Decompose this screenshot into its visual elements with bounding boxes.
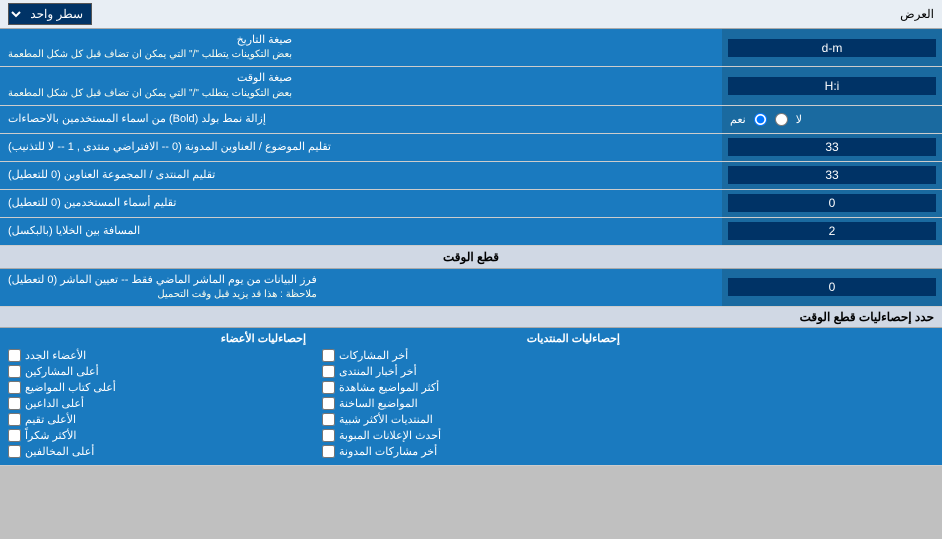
cutoff-row: فرز البيانات من يوم الماشر الماضي فقط --…	[0, 269, 942, 307]
forum-title-input-container	[722, 162, 942, 189]
date-format-input[interactable]	[728, 39, 936, 57]
cb-members-2-check[interactable]	[8, 365, 21, 378]
cb-posts-7: أخر مشاركات المدونة	[322, 445, 620, 458]
time-format-label: صيغة الوقت بعض التكوينات يتطلب "/" التي …	[0, 67, 722, 104]
time-format-input[interactable]	[728, 77, 936, 95]
bold-radio-yes[interactable]	[754, 113, 767, 126]
cb-posts-3: أكثر المواضيع مشاهدة	[322, 381, 620, 394]
date-format-input-container	[722, 29, 942, 66]
username-trim-input[interactable]	[728, 194, 936, 212]
checkboxes-section-header: حدد إحصاءليات قطع الوقت	[0, 307, 942, 328]
cb-posts-1: أخر المشاركات	[322, 349, 620, 362]
cell-distance-label: المسافة بين الخلايا (بالبكسل)	[0, 218, 722, 245]
cb-members-1: الأعضاء الجدد	[8, 349, 306, 362]
bold-remove-label: إزالة نمط بولد (Bold) من اسماء المستخدمي…	[0, 106, 722, 133]
cb-members-5: الأعلى تقيم	[8, 413, 306, 426]
forum-title-row: تقليم المنتدى / المجموعة العناوين (0 للت…	[0, 162, 942, 190]
cb-posts-1-check[interactable]	[322, 349, 335, 362]
topic-title-input-container	[722, 134, 942, 161]
date-format-row: صيغة التاريخ بعض التكوينات يتطلب "/" الت…	[0, 29, 942, 67]
cb-members-7: أعلى المخالفين	[8, 445, 306, 458]
checkboxes-area: إحصاءليات المنتديات أخر المشاركات أخر أخ…	[0, 328, 942, 466]
cb-members-6-check[interactable]	[8, 429, 21, 442]
cell-distance-input[interactable]	[728, 222, 936, 240]
top-row: العرض سطر واحد سطرين ثلاثة أسطر	[0, 0, 942, 29]
cell-distance-input-container	[722, 218, 942, 245]
cb-members-2: أعلى المشاركين	[8, 365, 306, 378]
cb-members-header: إحصاءليات الأعضاء	[8, 332, 306, 345]
cb-members-6: الأكثر شكراً	[8, 429, 306, 442]
cb-members-3-check[interactable]	[8, 381, 21, 394]
cb-posts-5: المنتديات الأكثر شبية	[322, 413, 620, 426]
topic-title-row: تقليم الموضوع / العناوين المدونة (0 -- ا…	[0, 134, 942, 162]
forum-title-label: تقليم المنتدى / المجموعة العناوين (0 للت…	[0, 162, 722, 189]
cutoff-section-header: قطع الوقت	[0, 246, 942, 269]
cb-posts-6: أحدث الإعلانات المبوبة	[322, 429, 620, 442]
topic-title-label: تقليم الموضوع / العناوين المدونة (0 -- ا…	[0, 134, 722, 161]
date-format-label: صيغة التاريخ بعض التكوينات يتطلب "/" الت…	[0, 29, 722, 66]
cb-posts-4: المواضيع الساخنة	[322, 397, 620, 410]
time-format-input-container	[722, 67, 942, 104]
time-format-row: صيغة الوقت بعض التكوينات يتطلب "/" التي …	[0, 67, 942, 105]
username-trim-input-container	[722, 190, 942, 217]
cb-posts-3-check[interactable]	[322, 381, 335, 394]
bold-radio-no-label: لا	[796, 113, 802, 126]
bold-radio-no[interactable]	[775, 113, 788, 126]
bold-remove-row: لا نعم إزالة نمط بولد (Bold) من اسماء ال…	[0, 106, 942, 134]
cb-posts-7-check[interactable]	[322, 445, 335, 458]
cb-posts-4-check[interactable]	[322, 397, 335, 410]
bold-radio-yes-label: نعم	[730, 113, 746, 126]
cb-col-empty	[628, 328, 942, 465]
top-label: العرض	[900, 7, 934, 21]
cb-posts-header: إحصاءليات المنتديات	[322, 332, 620, 345]
cb-posts-2: أخر أخبار المنتدى	[322, 365, 620, 378]
display-select[interactable]: سطر واحد سطرين ثلاثة أسطر	[8, 3, 92, 25]
cb-members-4-check[interactable]	[8, 397, 21, 410]
cb-members-3: أعلى كتاب المواضيع	[8, 381, 306, 394]
cell-distance-row: المسافة بين الخلايا (بالبكسل)	[0, 218, 942, 246]
cutoff-input-container	[722, 269, 942, 306]
forum-title-input[interactable]	[728, 166, 936, 184]
cutoff-input[interactable]	[728, 278, 936, 296]
cb-col-members: إحصاءليات الأعضاء الأعضاء الجدد أعلى الم…	[0, 328, 314, 465]
cb-col-posts: إحصاءليات المنتديات أخر المشاركات أخر أخ…	[314, 328, 628, 465]
topic-title-input[interactable]	[728, 138, 936, 156]
cb-members-1-check[interactable]	[8, 349, 21, 362]
cutoff-label: فرز البيانات من يوم الماشر الماضي فقط --…	[0, 269, 722, 306]
username-trim-row: تقليم أسماء المستخدمين (0 للتعطيل)	[0, 190, 942, 218]
cb-members-7-check[interactable]	[8, 445, 21, 458]
bold-remove-input-container: لا نعم	[722, 106, 942, 133]
username-trim-label: تقليم أسماء المستخدمين (0 للتعطيل)	[0, 190, 722, 217]
cb-posts-2-check[interactable]	[322, 365, 335, 378]
cb-posts-6-check[interactable]	[322, 429, 335, 442]
cb-members-4: أعلى الداعين	[8, 397, 306, 410]
cb-members-5-check[interactable]	[8, 413, 21, 426]
cb-posts-5-check[interactable]	[322, 413, 335, 426]
